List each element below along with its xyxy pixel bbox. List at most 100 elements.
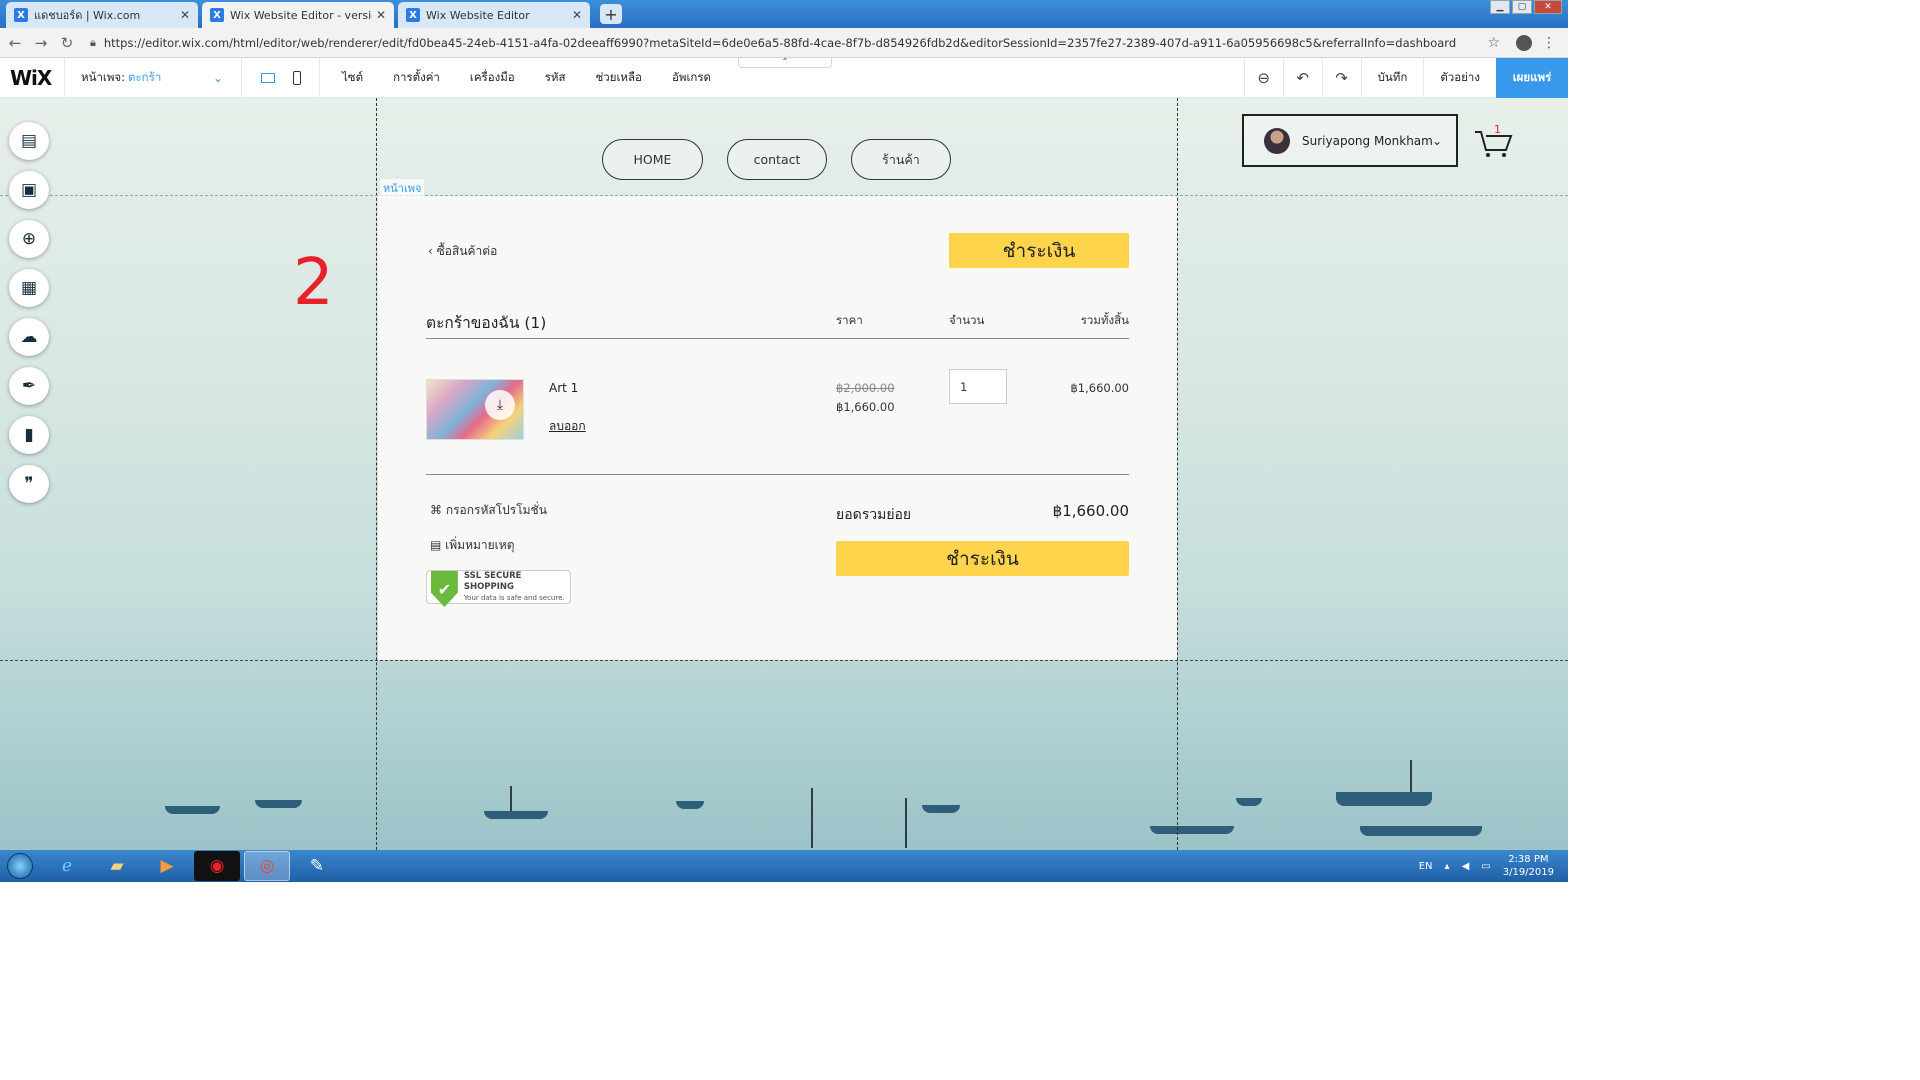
page-selector[interactable]: หน้าเพจ: ตะกร้า ⌄ [64,57,242,98]
quantity-input[interactable]: 1 [949,369,1007,404]
save-button[interactable]: บันทึก [1360,58,1424,98]
ssl-secure-badge: ✔ SSL SECURE SHOPPING Your data is safe … [426,570,571,607]
chat-icon[interactable]: ❞ [9,465,49,503]
desktop-view-icon[interactable] [257,72,278,100]
page-selector-current: ตะกร้า [128,69,162,84]
url-field[interactable]: https://editor.wix.com/html/editor/web/r… [104,36,1464,50]
taskbar-media-player-icon[interactable]: ▶ [144,851,190,881]
menu-help[interactable]: ช่วยเหลือ [596,69,642,87]
pages-menu-icon[interactable]: ▤ [9,122,49,160]
reload-icon[interactable]: ↻ [56,34,78,52]
volume-icon[interactable]: ◀ [1462,861,1470,872]
browser-tab-dashboard[interactable]: X แดชบอร์ด | Wix.com ✕ [6,2,198,28]
clock[interactable]: 2:38 PM 3/19/2019 [1503,853,1554,879]
bookmark-star-icon[interactable]: ☆ [1487,35,1500,51]
background-icon[interactable]: ▣ [9,171,49,209]
taskbar-garena-icon[interactable]: ◉ [194,851,240,881]
language-indicator[interactable]: EN [1419,861,1433,872]
menu-code[interactable]: รหัส [545,69,566,87]
store-bag-icon[interactable]: ▮ [9,416,49,454]
maximize-icon[interactable]: ▢ [1512,0,1532,14]
close-tab-icon[interactable]: ✕ [376,8,386,22]
nav-contact-button[interactable]: contact [727,139,827,180]
nav-home-button[interactable]: HOME [602,139,703,180]
add-note-link[interactable]: ▤ เพิ่มหมายเหตุ [430,536,515,555]
window-controls: ▁ ▢ ✕ [1490,0,1562,14]
wix-logo[interactable]: WiX [0,66,64,90]
divider [426,474,1129,475]
canvas-guide [376,98,377,850]
blog-pen-icon[interactable]: ✒ [9,367,49,405]
menu-site[interactable]: ไซต์ [342,69,363,87]
address-bar: ← → ↻ 🔒︎ https://editor.wix.com/html/edi… [0,28,1568,58]
minimize-icon[interactable]: ▁ [1490,0,1510,14]
upload-media-icon[interactable]: ☁ [9,318,49,356]
mobile-view-icon[interactable] [292,70,301,85]
member-login-bar[interactable]: Suriyapong Monkham ⌄ [1242,114,1458,167]
collapse-toolbar-handle[interactable]: ⌃ [738,58,832,68]
back-arrow-icon[interactable]: ← [4,34,26,52]
add-apps-icon[interactable]: ▦ [9,269,49,307]
taskbar-folder-icon[interactable]: ▰ [94,851,140,881]
system-tray: EN ▴ ◀ ▭ 2:38 PM 3/19/2019 [1419,850,1568,882]
close-tab-icon[interactable]: ✕ [180,8,190,22]
clock-time: 2:38 PM [1508,854,1549,865]
new-tab-button[interactable]: + [600,4,622,24]
menu-upgrade[interactable]: อัพเกรด [672,69,711,87]
page-selector-label: หน้าเพจ: [81,69,126,84]
cart-count: 1 [1494,123,1501,136]
windows-taskbar: ℯ ▰ ▶ ◉ ◎ ✎ EN ▴ ◀ ▭ 2:38 PM 3/19/2019 [0,850,1568,882]
sale-price: ฿1,660.00 [836,400,895,414]
taskbar-chrome-icon[interactable]: ◎ [244,851,290,881]
browser-tab-editor-version1[interactable]: X Wix Website Editor - version1 ✕ [202,2,394,28]
tray-expand-icon[interactable]: ▴ [1445,861,1450,872]
add-elements-icon[interactable]: ⊕ [9,220,49,258]
checkout-button-top[interactable]: ชำระเงิน [949,233,1129,268]
section-label: หน้าเพจ [380,179,425,197]
chevron-up-icon: ⌃ [781,57,789,66]
continue-shopping-link[interactable]: ‹ ซื้อสินค้าต่อ [428,242,497,261]
menu-settings[interactable]: การตั้งค่า [393,69,440,87]
wix-favicon-icon: X [406,8,420,22]
subtotal-value: ฿1,660.00 [1052,502,1129,520]
browser-menu-icon[interactable]: ⋮ [1542,35,1556,51]
editor-canvas[interactable]: ▤ ▣ ⊕ ▦ ☁ ✒ ▮ ❞ 2 HOME contact ร้านค้า ห… [0,98,1568,850]
chevron-down-icon: ⌄ [1431,133,1442,148]
start-button[interactable] [0,850,40,882]
product-name[interactable]: Art 1 [549,381,578,395]
column-header-quantity: จำนวน [949,313,985,327]
nav-shop-button[interactable]: ร้านค้า [851,139,951,180]
account-icon[interactable] [1516,34,1532,51]
add-note-label: เพิ่มหมายเหตุ [445,538,515,552]
ssl-title: SSL SECURE SHOPPING [463,570,522,592]
menu-tools[interactable]: เครื่องมือ [470,69,515,87]
preview-button[interactable]: ตัวอย่าง [1423,58,1496,98]
continue-shopping-label: ซื้อสินค้าต่อ [436,244,498,258]
forward-arrow-icon[interactable]: → [30,34,52,52]
checkout-button-bottom[interactable]: ชำระเงิน [836,541,1129,576]
column-header-price: ราคา [836,313,863,327]
close-tab-icon[interactable]: ✕ [572,8,582,22]
redo-icon[interactable]: ↷ [1321,58,1361,98]
taskbar-internet-explorer-icon[interactable]: ℯ [44,851,90,881]
network-icon[interactable]: ▭ [1481,861,1490,872]
editor-top-bar: WiX หน้าเพจ: ตะกร้า ⌄ ไซต์ การตั้งค่า เค… [0,57,1568,100]
publish-button[interactable]: เผยแพร่ [1496,58,1568,98]
close-window-icon[interactable]: ✕ [1534,0,1562,14]
avatar [1264,127,1290,154]
browser-tab-editor[interactable]: X Wix Website Editor ✕ [398,2,590,28]
tab-title: Wix Website Editor - version1 [230,8,372,22]
product-thumbnail[interactable]: ⤓ [426,379,524,440]
column-header-total: รวมทั้งสิ้น [1080,313,1129,327]
taskbar-paint-icon[interactable]: ✎ [294,851,340,881]
clock-date: 3/19/2019 [1502,867,1554,878]
tab-title: Wix Website Editor [426,8,530,22]
shield-check-icon: ✔ [431,571,458,607]
remove-item-link[interactable]: ลบออก [549,417,586,436]
annotation-number: 2 [293,246,334,320]
cart-icon[interactable]: 1 [1474,123,1514,158]
canvas-guide [0,660,1568,661]
zoom-out-icon[interactable]: ⊖ [1243,58,1283,98]
promo-code-link[interactable]: ⌘ กรอกรหัสโปรโมชั่น [430,501,547,520]
undo-icon[interactable]: ↶ [1282,58,1322,98]
